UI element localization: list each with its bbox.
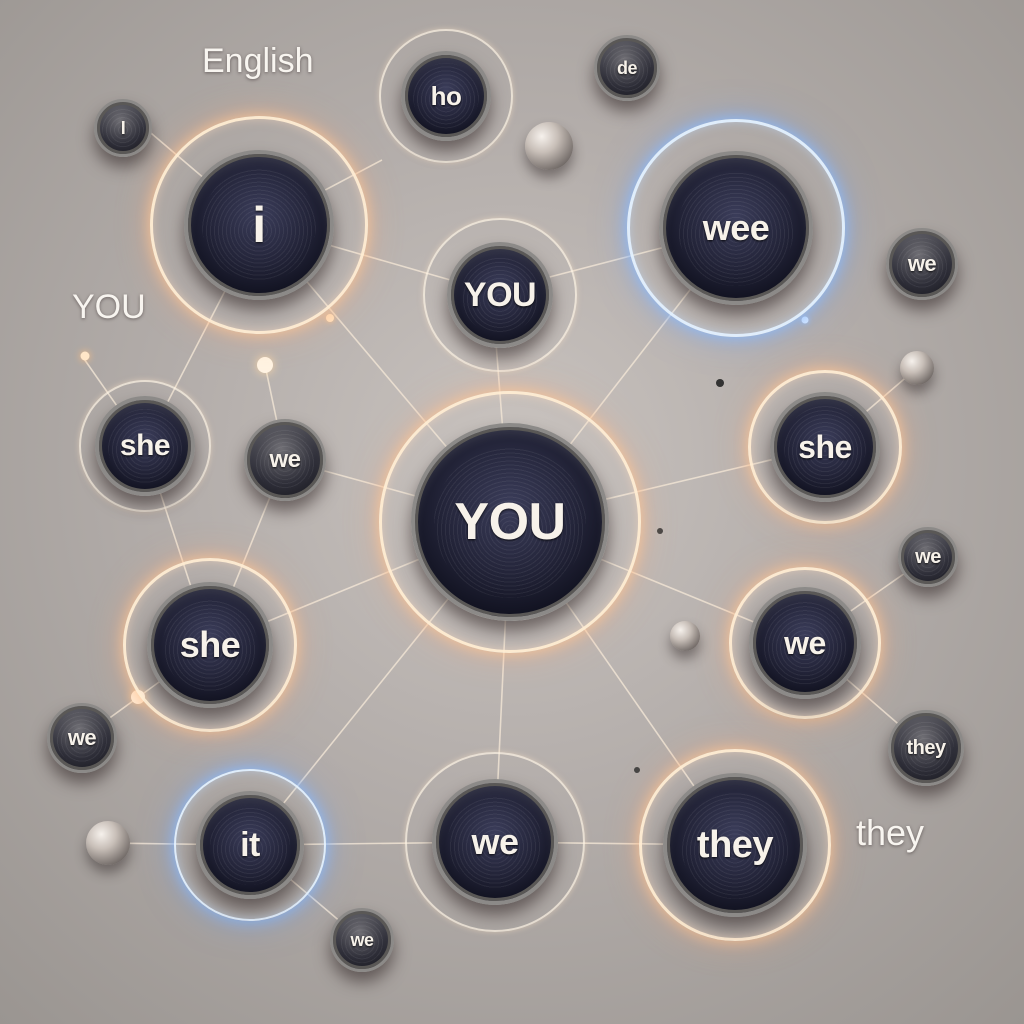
node-button: it xyxy=(196,791,304,899)
node-they-right-small[interactable]: they xyxy=(888,710,964,786)
node-button: they xyxy=(663,773,807,917)
speck-dot xyxy=(657,528,663,534)
node-you-center[interactable]: YOU xyxy=(375,387,645,657)
node-label: we xyxy=(915,545,941,568)
node-label: she xyxy=(798,428,852,465)
sphere-orb xyxy=(86,821,130,865)
node-we-right-top[interactable]: we xyxy=(884,226,960,302)
node-she-right[interactable]: she xyxy=(745,367,905,527)
node-button: i xyxy=(184,150,334,300)
node-label: we xyxy=(269,446,301,473)
node-label: YOU xyxy=(463,275,537,314)
node-we-right-bottom[interactable]: we xyxy=(725,563,885,723)
node-button: de xyxy=(594,35,660,101)
node-button: we xyxy=(47,703,117,773)
node-button: we xyxy=(330,908,394,972)
node-label: we xyxy=(784,624,826,661)
sphere-orb xyxy=(670,621,700,651)
they-floating-label: they xyxy=(856,812,925,853)
glow-dot xyxy=(80,351,90,361)
sphere-orb xyxy=(900,351,934,385)
node-button: ho xyxy=(401,51,491,141)
you-floating-label: YOU xyxy=(72,288,146,326)
node-label: she xyxy=(119,429,171,462)
node-we-mid-left[interactable]: we xyxy=(243,418,327,502)
node-she-bottom-left[interactable]: she xyxy=(120,555,300,735)
node-you-top[interactable]: YOU xyxy=(420,215,580,375)
node-button: YOU xyxy=(411,423,609,621)
node-wee[interactable]: wee xyxy=(621,113,851,343)
node-label: we xyxy=(67,725,97,750)
node-label: de xyxy=(616,57,638,78)
node-ho[interactable]: ho xyxy=(378,28,514,164)
speck-dot xyxy=(716,379,724,387)
node-button: wee xyxy=(659,151,813,305)
node-button: she xyxy=(147,582,273,708)
pronoun-network-diagram: English YOU they ho de I i YOU wee we sh… xyxy=(0,0,1024,1024)
node-we-bottom[interactable]: we xyxy=(400,747,590,937)
node-label: we xyxy=(471,821,519,862)
node-button: we xyxy=(244,419,326,501)
node-label: they xyxy=(906,736,946,759)
node-it[interactable]: it xyxy=(170,765,330,925)
node-label: it xyxy=(240,825,260,864)
node-button: they xyxy=(888,710,964,786)
node-button: we xyxy=(432,779,558,905)
node-button: we xyxy=(749,587,861,699)
glow-dot xyxy=(257,357,273,373)
node-button: YOU xyxy=(447,242,553,348)
node-label: YOU xyxy=(454,493,566,551)
node-they-bottom[interactable]: they xyxy=(635,745,835,945)
node-button: she xyxy=(770,392,880,502)
node-button: we xyxy=(898,527,958,587)
node-button: she xyxy=(95,396,195,496)
node-label: ho xyxy=(430,80,462,111)
node-we-bottom-small[interactable]: we xyxy=(330,908,394,972)
node-label: I xyxy=(120,117,126,138)
node-label: we xyxy=(907,251,937,276)
node-we-bottom-left-small[interactable]: we xyxy=(47,703,117,773)
node-label: they xyxy=(696,823,774,866)
node-label: she xyxy=(179,624,241,665)
node-she-left[interactable]: she xyxy=(75,376,215,516)
node-de[interactable]: de xyxy=(593,34,661,102)
node-label: we xyxy=(350,929,374,950)
node-i[interactable]: i xyxy=(144,110,374,340)
node-we-right-small[interactable]: we xyxy=(898,527,958,587)
node-label: wee xyxy=(702,207,770,248)
node-label: i xyxy=(252,197,266,253)
english-label: English xyxy=(202,42,314,80)
sphere-orb xyxy=(525,122,573,170)
node-button: we xyxy=(886,228,958,300)
